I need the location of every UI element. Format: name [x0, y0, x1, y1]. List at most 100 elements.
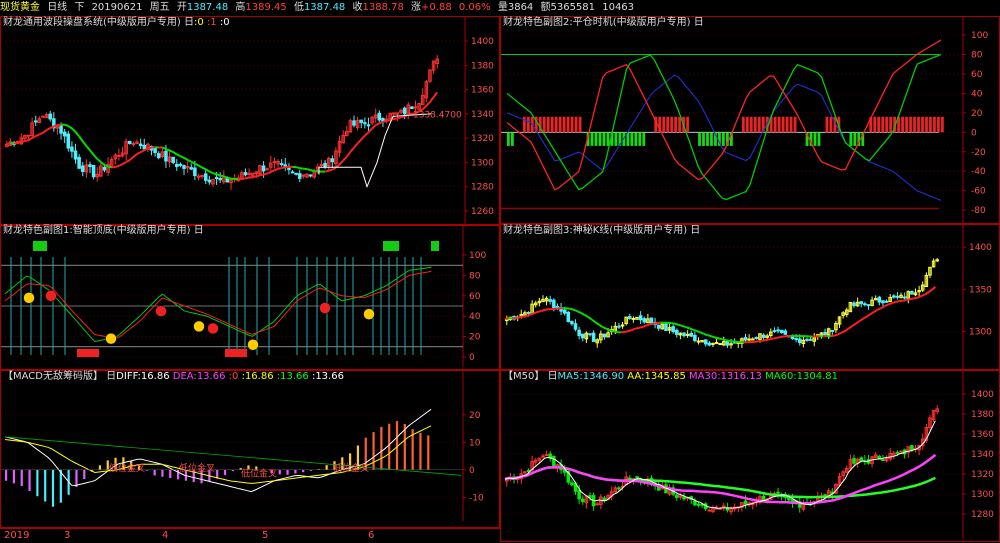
- sub3-candle: [632, 318, 635, 319]
- main-trend-line: [90, 150, 94, 154]
- m50-candle: [636, 477, 639, 478]
- sub3-trend-line: [856, 321, 860, 323]
- m50-candle: [694, 501, 697, 505]
- main-candle: [34, 121, 37, 122]
- main-tick-label: 1380: [471, 61, 494, 71]
- m50-ma5-value: 1346.90: [583, 371, 624, 382]
- main-candle: [183, 166, 186, 169]
- change-value: +0.88: [421, 2, 452, 13]
- sub2-green-block: [849, 132, 852, 146]
- sub2-red-block: [889, 117, 892, 133]
- m50-tick-label: 1400: [971, 390, 994, 400]
- main-trend-line: [148, 148, 152, 149]
- main-trend-line: [198, 165, 202, 167]
- main-trend-line: [358, 140, 362, 144]
- smiley-icon: [156, 306, 167, 317]
- sub2-red-block: [794, 117, 797, 133]
- main-trend-line: [217, 174, 221, 175]
- m50-chart[interactable]: 1400138013601340132013001280: [501, 371, 1000, 543]
- main-panel-title-row: 财龙通用波段操盘系统(中级版用户专用) 日:0 :1 :0: [3, 17, 230, 29]
- sub3-trend-line: [715, 337, 719, 338]
- sub3-trend-line: [519, 317, 523, 318]
- sub2-red-block: [774, 117, 777, 133]
- sub2-chart[interactable]: 100806040200-20-40-60-80: [501, 17, 1000, 225]
- main-candle: [364, 123, 367, 124]
- sub3-trend-line: [921, 295, 925, 297]
- sub3-trend-line: [831, 336, 835, 337]
- m50-candle: [744, 501, 747, 504]
- m50-tick-label: 1340: [971, 450, 994, 460]
- m50-panel[interactable]: 1400138013601340132013001280 【M50】 日MA5:…: [500, 370, 1000, 542]
- main-tick-label: 1300: [471, 158, 494, 168]
- sub1-panel[interactable]: 100806040200 财龙特色副图1:智能顶底(中级版用户专用) 日: [0, 224, 500, 370]
- sub3-trend-line: [574, 310, 578, 312]
- main-trend-line: [296, 167, 300, 168]
- m50-tick-label: 1320: [971, 470, 994, 480]
- macd-bar: [5, 470, 7, 481]
- main-candle: [42, 116, 45, 117]
- sub3-trend-line: [635, 328, 639, 329]
- sub1-tick-label: 60: [469, 292, 481, 302]
- sub1-chart[interactable]: 100806040200: [1, 225, 501, 371]
- sub2-red-block: [555, 117, 558, 133]
- main-trend-line: [426, 102, 430, 106]
- sub2-title: 财龙特色副图2:平仓时机(中级版用户专用): [503, 17, 691, 28]
- sub3-trend-line: [624, 331, 628, 332]
- macd-bar: [13, 470, 15, 484]
- sub2-red-block: [579, 117, 582, 133]
- main-candle: [81, 166, 84, 171]
- sub3-candle: [911, 291, 914, 294]
- sub2-red-block: [571, 117, 574, 133]
- sub2-red-block: [901, 117, 904, 133]
- main-candle: [411, 107, 414, 109]
- sub3-tick-label: 1400: [969, 243, 992, 253]
- sub2-red-block: [877, 117, 880, 133]
- high-value: 1389.45: [245, 2, 286, 13]
- main-candle: [393, 113, 396, 114]
- sub3-candle: [574, 324, 577, 329]
- extra-value: 10463: [602, 2, 634, 13]
- sub3-candle: [657, 325, 660, 328]
- main-price-chart[interactable]: 140013801360134013201300128012601338.470…: [1, 17, 501, 227]
- m50-mark: 日: [548, 371, 558, 382]
- m50-candle: [571, 483, 574, 485]
- sub2-red-block: [678, 117, 681, 133]
- sub2-red-block: [933, 117, 936, 133]
- main-candle: [129, 141, 132, 143]
- symbol-name[interactable]: 现货黄金: [0, 2, 40, 13]
- macd-bar: [21, 470, 23, 486]
- sub3-trend-line: [653, 323, 657, 324]
- sub3-candle: [762, 335, 765, 337]
- m50-title-row: 【M50】 日MA5:1346.90 AA:1345.85 MA30:1316.…: [503, 371, 838, 383]
- main-trend-line: [180, 156, 184, 158]
- macd-bar: [154, 470, 156, 476]
- sub2-tick-label: 80: [971, 50, 983, 60]
- sub3-candle: [715, 342, 718, 343]
- sub3-trend-line: [516, 317, 520, 318]
- main-price-panel[interactable]: 140013801360134013201300128012601338.470…: [0, 16, 500, 226]
- sub3-panel[interactable]: 140013501300 财龙特色副图3:神秘K线(中级版用户专用) 日: [500, 224, 1000, 370]
- sub3-chart[interactable]: 140013501300: [501, 225, 1000, 371]
- date-tick: 5: [262, 530, 268, 541]
- change-pct: 0.06%: [459, 2, 491, 13]
- sub2-red-block: [905, 117, 908, 133]
- sub2-panel[interactable]: 100806040200-20-40-60-80 财龙特色副图2:平仓时机(中级…: [500, 16, 1000, 224]
- macd-panel[interactable]: 20100-10低位金叉低位金叉低位金叉低位金叉 【MACD无敌筹码版】 日DI…: [0, 370, 500, 528]
- main-trend-line: [329, 170, 333, 171]
- main-trend-line: [311, 170, 315, 171]
- main-trend-line: [365, 132, 369, 135]
- sub3-candle: [527, 313, 530, 314]
- main-candle: [157, 154, 160, 158]
- main-candle: [190, 168, 193, 169]
- sub3-trend-line: [888, 303, 892, 304]
- sub1-tick-label: 100: [469, 251, 486, 261]
- macd-chart[interactable]: 20100-10低位金叉低位金叉低位金叉低位金叉: [1, 371, 501, 529]
- main-trend-line: [274, 169, 278, 170]
- period-label[interactable]: 日线: [47, 2, 67, 13]
- sub3-candle: [650, 318, 653, 323]
- volume-label: 量: [498, 2, 508, 13]
- sub3-candle: [592, 333, 595, 341]
- sub3-trend-line: [606, 329, 610, 331]
- sub2-tick-label: -60: [971, 187, 986, 197]
- sub3-trend-line: [588, 317, 592, 320]
